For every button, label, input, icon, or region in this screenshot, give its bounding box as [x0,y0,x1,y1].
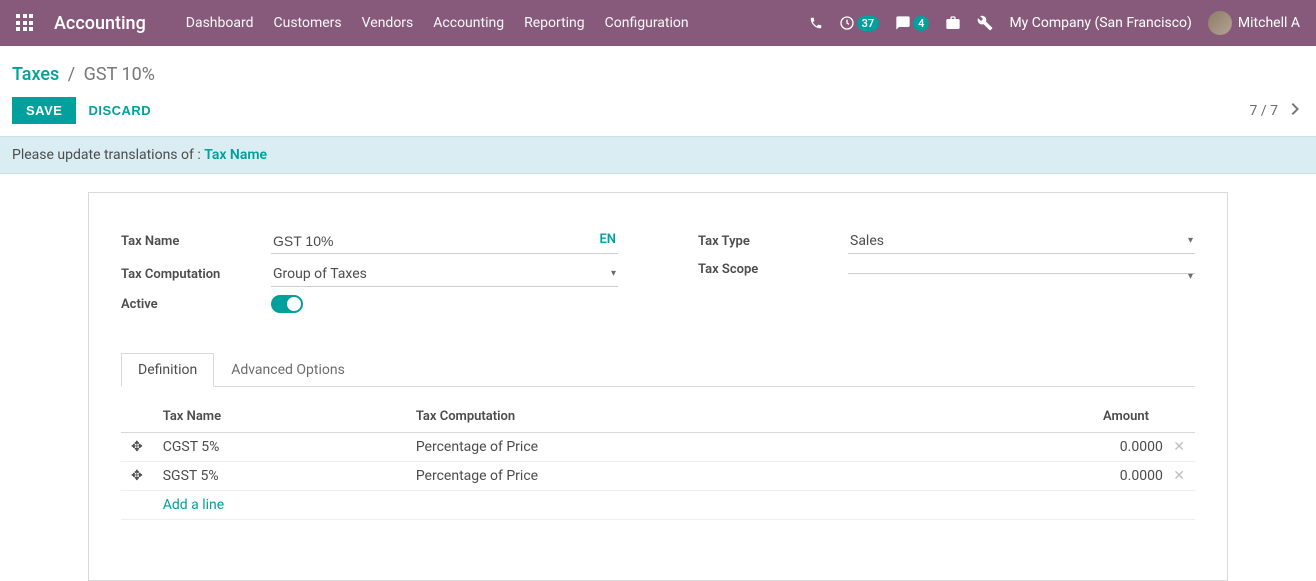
tax-computation-label: Tax Computation [121,267,271,282]
active-label: Active [121,297,271,312]
nav-reporting[interactable]: Reporting [524,15,585,31]
pager-text[interactable]: 7 / 7 [1250,103,1278,119]
navbar: Accounting Dashboard Customers Vendors A… [0,0,1316,46]
col-tax-computation-header: Tax Computation [406,401,866,433]
row-tax-name[interactable]: CGST 5% [153,433,406,462]
row-amount: 0.0000 [1120,468,1163,484]
row-tax-computation: Percentage of Price [406,433,866,462]
save-button[interactable]: SAVE [12,97,76,124]
drag-handle-icon[interactable]: ✥ [121,462,153,491]
active-toggle[interactable] [271,295,303,313]
breadcrumb-separator: / [68,64,75,85]
nav-menu: Dashboard Customers Vendors Accounting R… [186,15,809,31]
user-name: Mitchell A [1238,15,1300,31]
alert-prefix: Please update translations of : [12,147,204,163]
app-title: Accounting [54,13,146,34]
support-icon[interactable] [945,15,961,31]
row-tax-name[interactable]: SGST 5% [153,462,406,491]
tax-scope-label: Tax Scope [698,262,848,277]
chat-icon[interactable]: 4 [895,15,929,31]
nav-accounting[interactable]: Accounting [433,15,504,31]
avatar [1208,11,1232,35]
table-row-add: Add a line [121,491,1195,520]
developer-tools-icon[interactable] [977,15,993,31]
nav-vendors[interactable]: Vendors [362,15,414,31]
col-tax-name-header: Tax Name [153,401,406,433]
buttons-row: SAVE DISCARD 7 / 7 [12,97,1300,124]
breadcrumb-parent[interactable]: Taxes [12,64,59,85]
pager: 7 / 7 [1250,101,1300,120]
form-sheet: Tax Name EN Tax Computation Group of Tax… [88,192,1228,581]
tabs: Definition Advanced Options [121,353,1195,387]
nav-dashboard[interactable]: Dashboard [186,15,254,31]
translate-button[interactable]: EN [599,232,616,247]
table-row[interactable]: ✥ SGST 5% Percentage of Price 0.0000 ✕ [121,462,1195,491]
nav-customers[interactable]: Customers [274,15,342,31]
row-tax-computation: Percentage of Price [406,462,866,491]
phone-icon[interactable] [809,16,823,30]
tax-name-input[interactable] [271,229,618,254]
tax-name-label: Tax Name [121,234,271,249]
nav-right: 37 4 My Company (San Francisco) Mitchell… [809,11,1300,35]
tax-type-select[interactable]: Sales [848,229,1195,254]
apps-menu-icon[interactable] [16,14,34,32]
discard-button[interactable]: DISCARD [88,103,151,118]
translation-alert: Please update translations of : Tax Name [0,136,1316,174]
add-line-link[interactable]: Add a line [163,497,224,513]
tax-scope-select[interactable] [848,265,1195,274]
breadcrumb-current: GST 10% [84,64,155,85]
children-taxes-table: Tax Name Tax Computation Amount ✥ CGST 5… [121,401,1195,520]
drag-handle-icon[interactable]: ✥ [121,433,153,462]
activity-badge: 37 [857,16,880,31]
chat-badge: 4 [913,16,929,31]
activity-icon[interactable]: 37 [839,15,880,31]
tab-definition[interactable]: Definition [121,353,214,387]
user-menu[interactable]: Mitchell A [1208,11,1300,35]
col-amount-header: Amount [865,401,1195,433]
alert-field-link[interactable]: Tax Name [204,147,267,163]
row-amount: 0.0000 [1120,439,1163,455]
tax-type-label: Tax Type [698,234,848,249]
tax-computation-select[interactable]: Group of Taxes [271,262,618,287]
tab-advanced-options[interactable]: Advanced Options [214,353,362,387]
nav-configuration[interactable]: Configuration [605,15,689,31]
company-selector[interactable]: My Company (San Francisco) [1009,15,1191,31]
delete-row-icon[interactable]: ✕ [1173,439,1185,455]
pager-next-icon[interactable] [1290,101,1300,120]
table-row[interactable]: ✥ CGST 5% Percentage of Price 0.0000 ✕ [121,433,1195,462]
control-bar: Taxes / GST 10% SAVE DISCARD 7 / 7 [0,46,1316,136]
delete-row-icon[interactable]: ✕ [1173,468,1185,484]
breadcrumb: Taxes / GST 10% [12,64,1300,85]
